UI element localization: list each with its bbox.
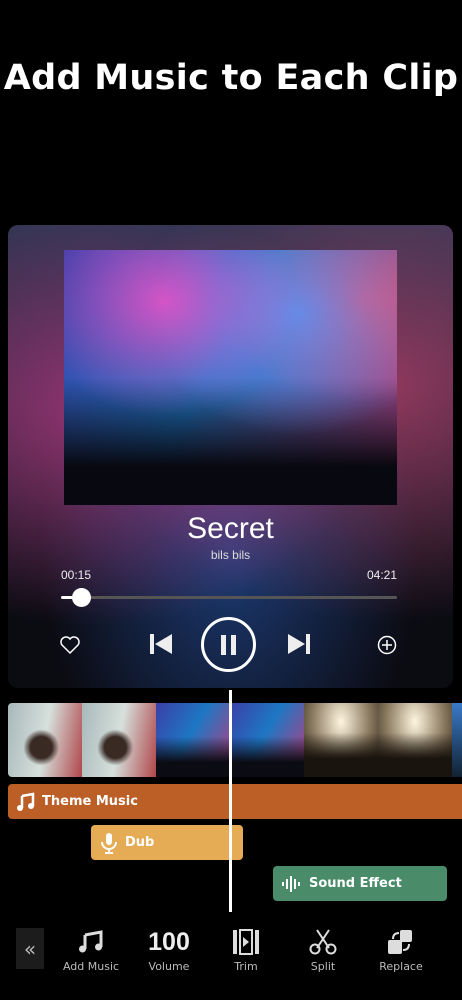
trim-icon xyxy=(233,929,259,955)
trim-button[interactable]: Trim xyxy=(211,928,281,973)
elapsed-time: 00:15 xyxy=(61,568,92,582)
microphone-icon xyxy=(101,832,117,854)
playhead[interactable] xyxy=(229,690,232,912)
music-note-icon xyxy=(17,792,35,811)
heart-icon[interactable] xyxy=(58,633,82,657)
theme-music-track[interactable]: Theme Music xyxy=(8,784,462,819)
sound-effect-label: Sound Effect xyxy=(309,876,402,891)
split-label: Split xyxy=(310,960,336,973)
previous-icon[interactable] xyxy=(148,631,174,657)
theme-music-label: Theme Music xyxy=(42,794,138,809)
song-title: Secret xyxy=(187,512,274,545)
waveform-icon xyxy=(282,875,300,892)
music-notes-icon xyxy=(79,930,103,953)
double-chevron-left-icon: « xyxy=(23,936,37,961)
pause-button[interactable] xyxy=(201,617,256,672)
clip-frame xyxy=(378,703,452,777)
next-icon[interactable] xyxy=(286,631,312,657)
add-circle-icon[interactable] xyxy=(375,633,399,657)
clip-frame xyxy=(82,703,156,777)
replace-label: Replace xyxy=(379,960,423,973)
duration-time: 04:21 xyxy=(366,568,397,582)
artist-name: bils bils xyxy=(210,548,251,562)
slider-knob[interactable] xyxy=(72,588,92,607)
trim-label: Trim xyxy=(234,960,258,973)
dub-track[interactable]: Dub xyxy=(91,825,243,860)
volume-value: 100 xyxy=(148,927,190,956)
video-filmstrip[interactable] xyxy=(8,703,462,777)
dub-label: Dub xyxy=(125,835,155,850)
sound-effect-track[interactable]: Sound Effect xyxy=(273,866,447,901)
album-art xyxy=(64,250,397,505)
volume-label: Volume xyxy=(148,960,190,973)
add-music-button[interactable]: Add Music xyxy=(56,928,126,973)
collapse-button[interactable]: « xyxy=(16,928,44,969)
clip-frame xyxy=(452,703,462,777)
scissors-icon xyxy=(309,929,337,955)
replace-button[interactable]: Replace xyxy=(366,928,436,973)
clip-frame xyxy=(156,703,230,777)
pause-icon xyxy=(220,634,236,655)
volume-button[interactable]: 100 Volume xyxy=(134,927,204,974)
clip-frame xyxy=(230,703,304,777)
add-music-label: Add Music xyxy=(62,960,120,973)
replace-icon xyxy=(388,930,412,954)
music-player-card: Secret bils bils 00:15 04:21 xyxy=(8,225,453,688)
clip-frame xyxy=(8,703,82,777)
split-button[interactable]: Split xyxy=(288,928,358,973)
clip-frame xyxy=(304,703,378,777)
headline: Add Music to Each Clip xyxy=(3,58,459,98)
progress-slider[interactable] xyxy=(61,588,397,607)
